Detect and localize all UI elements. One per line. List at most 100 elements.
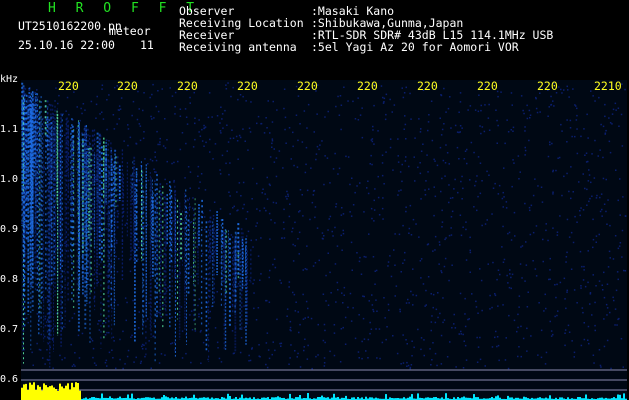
noise-speck <box>441 221 444 223</box>
noise-speck <box>535 225 538 227</box>
noise-speck <box>352 100 354 103</box>
noise-speck <box>535 97 537 100</box>
noise-speck <box>229 162 231 164</box>
noise-speck <box>270 219 272 221</box>
noise-speck <box>332 168 335 170</box>
noise-speck <box>257 255 260 257</box>
noise-speck <box>283 208 285 211</box>
noise-speck <box>214 143 217 145</box>
noise-speck <box>273 258 276 260</box>
noise-speck <box>477 312 479 314</box>
noise-speck <box>222 127 224 129</box>
noise-speck <box>450 234 453 236</box>
noise-speck <box>173 341 176 344</box>
noise-speck <box>276 318 278 321</box>
noise-speck <box>406 343 408 345</box>
noise-speck <box>150 115 152 118</box>
noise-speck <box>461 198 463 200</box>
noise-speck <box>203 124 205 127</box>
noise-speck <box>497 305 499 307</box>
noise-speck <box>139 139 142 142</box>
noise-speck <box>123 140 125 142</box>
noise-speck <box>306 189 309 192</box>
noise-speck <box>199 181 201 183</box>
noise-speck <box>576 114 578 117</box>
noise-speck <box>550 335 553 337</box>
noise-speck <box>430 293 432 295</box>
noise-speck <box>201 140 204 142</box>
level-bar <box>227 393 229 400</box>
noise-speck <box>194 117 196 119</box>
noise-speck <box>510 92 513 94</box>
noise-speck <box>378 328 381 330</box>
noise-speck <box>259 210 261 212</box>
noise-speck <box>440 363 443 365</box>
level-bar <box>57 391 59 400</box>
noise-speck <box>273 148 275 150</box>
noise-speck <box>289 203 291 205</box>
noise-speck <box>138 311 140 313</box>
noise-speck <box>575 105 577 107</box>
noise-speck <box>445 144 447 146</box>
noise-speck <box>595 285 597 287</box>
noise-speck <box>271 138 274 140</box>
noise-speck <box>323 362 326 364</box>
noise-speck <box>181 357 184 359</box>
noise-speck <box>133 361 135 363</box>
noise-speck <box>620 338 623 340</box>
noise-speck <box>105 139 108 141</box>
noise-speck <box>129 270 132 273</box>
noise-speck <box>213 201 216 203</box>
level-bar <box>37 385 39 400</box>
noise-speck <box>113 128 116 130</box>
noise-speck <box>237 98 239 101</box>
noise-speck <box>156 130 158 133</box>
noise-speck <box>605 210 607 213</box>
noise-speck <box>571 135 573 138</box>
noise-speck <box>465 359 468 361</box>
y-tick-label: 0.6 <box>0 374 19 385</box>
noise-speck <box>267 349 270 351</box>
noise-speck <box>358 260 361 263</box>
noise-speck <box>192 146 195 148</box>
noise-speck <box>496 345 498 348</box>
noise-speck <box>503 167 505 169</box>
noise-speck <box>566 291 568 293</box>
noise-speck <box>486 219 488 221</box>
noise-speck <box>599 196 601 199</box>
noise-speck <box>609 257 611 259</box>
noise-speck <box>511 104 513 106</box>
noise-speck <box>587 250 589 252</box>
noise-speck <box>340 234 342 237</box>
noise-speck <box>255 225 257 227</box>
noise-speck <box>269 156 272 158</box>
noise-speck <box>476 336 478 339</box>
noise-speck <box>117 185 119 187</box>
noise-speck <box>431 315 433 317</box>
noise-speck <box>292 260 295 262</box>
noise-speck <box>217 347 219 349</box>
noise-speck <box>614 235 617 237</box>
noise-speck <box>369 332 371 335</box>
noise-speck <box>372 125 374 128</box>
info-label: Receiving antenna <box>179 40 297 54</box>
noise-speck <box>424 189 426 191</box>
level-bar <box>229 396 231 400</box>
noise-speck <box>126 301 128 304</box>
noise-speck <box>502 225 504 228</box>
noise-speck <box>440 270 442 272</box>
noise-speck <box>448 184 450 186</box>
noise-speck <box>397 194 399 196</box>
noise-speck <box>572 191 574 193</box>
noise-speck <box>387 265 389 267</box>
noise-speck <box>285 142 287 144</box>
noise-speck <box>238 182 241 184</box>
noise-speck <box>259 279 261 281</box>
noise-speck <box>116 271 119 273</box>
noise-speck <box>197 175 199 177</box>
noise-speck <box>389 138 392 140</box>
noise-speck <box>555 296 557 299</box>
noise-speck <box>164 354 166 356</box>
noise-speck <box>294 310 297 312</box>
noise-speck <box>344 316 347 319</box>
